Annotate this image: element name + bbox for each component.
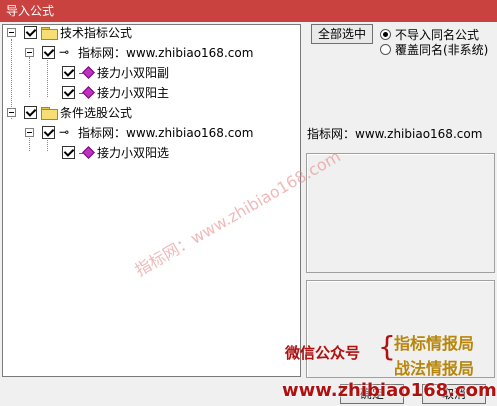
collapse-toggle[interactable] bbox=[25, 48, 34, 57]
formula-description-panel bbox=[306, 153, 495, 273]
tree-node-label: 接力小双阳主 bbox=[97, 86, 170, 100]
tree-node-label: 条件选股公式 bbox=[60, 106, 133, 120]
radio-skip-duplicates[interactable] bbox=[380, 29, 391, 40]
promo-brand-top: 指标情报局 bbox=[394, 334, 475, 353]
tree-node-label: 技术指标公式 bbox=[60, 26, 133, 40]
source-info: 指标网：www.zhibiao168.com bbox=[307, 127, 483, 141]
promo-brand-bottom: 战法情报局 bbox=[394, 359, 475, 378]
source-checkbox[interactable] bbox=[42, 126, 55, 139]
formula-icon bbox=[79, 146, 95, 159]
item-checkbox[interactable] bbox=[62, 86, 75, 99]
promo-url: www.zhibiao168.com bbox=[282, 380, 497, 401]
formula-icon bbox=[79, 86, 95, 99]
formula-tree[interactable]: 技术指标公式 ⊸ 指标网：www.zhibiao168.com 接力小双阳副 接… bbox=[2, 24, 301, 377]
key-icon: ⊸ bbox=[59, 125, 70, 139]
item-checkbox[interactable] bbox=[62, 146, 75, 159]
radio-overwrite-duplicates-label: 覆盖同名(非系统) bbox=[395, 43, 489, 57]
collapse-toggle[interactable] bbox=[25, 128, 34, 137]
tree-node-indicator-item[interactable]: 接力小双阳副 bbox=[3, 65, 300, 83]
promo-wechat-label: 微信公众号 bbox=[285, 344, 361, 362]
tree-node-screener-group[interactable]: 条件选股公式 bbox=[3, 105, 300, 123]
group-checkbox[interactable] bbox=[24, 26, 37, 39]
collapse-toggle[interactable] bbox=[7, 28, 16, 37]
folder-icon bbox=[41, 107, 58, 120]
tree-node-indicator-item[interactable]: 接力小双阳主 bbox=[3, 85, 300, 103]
source-checkbox[interactable] bbox=[42, 46, 55, 59]
key-icon: ⊸ bbox=[59, 45, 70, 59]
window-title: 导入公式 bbox=[0, 0, 497, 22]
tree-node-label: 接力小双阳副 bbox=[97, 66, 170, 80]
radio-overwrite-duplicates[interactable] bbox=[380, 44, 391, 55]
tree-node-indicator-source[interactable]: ⊸ 指标网：www.zhibiao168.com bbox=[3, 45, 300, 63]
item-checkbox[interactable] bbox=[62, 66, 75, 79]
tree-node-label: 指标网：www.zhibiao168.com bbox=[78, 45, 254, 61]
tree-node-label: 接力小双阳选 bbox=[97, 146, 170, 160]
collapse-toggle[interactable] bbox=[7, 108, 16, 117]
formula-icon bbox=[79, 66, 95, 79]
select-all-button[interactable]: 全部选中 bbox=[311, 24, 373, 44]
tree-node-label: 指标网：www.zhibiao168.com bbox=[78, 126, 254, 140]
tree-node-screener-source[interactable]: ⊸ 指标网：www.zhibiao168.com bbox=[3, 125, 300, 143]
folder-icon bbox=[41, 27, 58, 40]
tree-node-indicator-group[interactable]: 技术指标公式 bbox=[3, 25, 300, 43]
group-checkbox[interactable] bbox=[24, 106, 37, 119]
tree-node-screener-item[interactable]: 接力小双阳选 bbox=[3, 145, 300, 163]
